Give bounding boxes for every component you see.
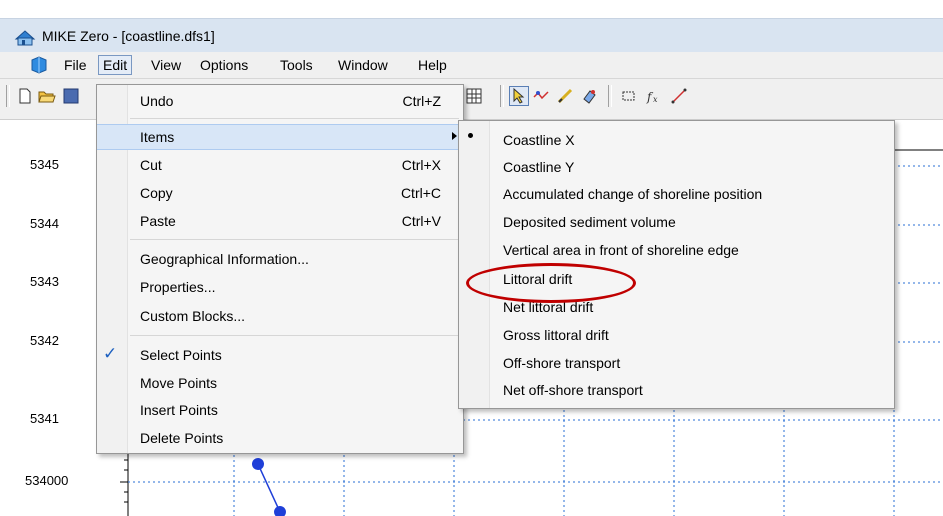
menu-item-copy[interactable]: Copy Ctrl+C xyxy=(97,181,463,205)
menu-item-undo[interactable]: Undo Ctrl+Z xyxy=(97,89,463,113)
menu-item-insert-points[interactable]: Insert Points xyxy=(97,398,463,422)
menu-item-custom-blocks[interactable]: Custom Blocks... xyxy=(97,304,463,328)
y-tick-label: 5345 xyxy=(30,157,59,172)
submenu-item-coastline-y[interactable]: Coastline Y xyxy=(459,154,894,180)
toolbar-grip[interactable] xyxy=(6,85,10,107)
menu-item-label: Undo xyxy=(140,93,174,109)
erase-points-icon[interactable] xyxy=(580,87,598,105)
submenu-item-deposited-sediment-volume[interactable]: Deposited sediment volume xyxy=(459,209,894,235)
coastline-series-line xyxy=(257,463,281,513)
grid-view-icon[interactable] xyxy=(465,87,483,105)
move-points-icon[interactable] xyxy=(532,87,550,105)
submenu-item-coastline-x[interactable]: Coastline X xyxy=(459,127,894,153)
menu-tools[interactable]: Tools xyxy=(276,56,317,74)
menu-item-label: Cut xyxy=(140,157,162,173)
menu-view[interactable]: View xyxy=(147,56,185,74)
submenu-arrow-icon xyxy=(452,132,457,140)
y-tick-label: 5343 xyxy=(30,274,59,289)
submenu-item-label: Accumulated change of shoreline position xyxy=(503,186,763,202)
toolbar-grip-3[interactable] xyxy=(608,85,612,107)
submenu-item-label: Coastline X xyxy=(503,132,575,148)
submenu-item-off-shore-transport[interactable]: Off-shore transport xyxy=(459,350,894,376)
highlight-ellipse-annotation xyxy=(466,263,636,303)
menu-item-shortcut: Ctrl+X xyxy=(401,157,441,173)
document-window-icon[interactable] xyxy=(30,56,48,74)
toolbar-grip-2[interactable] xyxy=(500,85,504,107)
mike-zero-app-icon xyxy=(14,30,36,46)
function-icon[interactable]: f x xyxy=(645,87,663,105)
menu-item-move-points[interactable]: Move Points xyxy=(97,371,463,395)
title-bar: MIKE Zero - [coastline.dfs1] xyxy=(0,18,943,53)
y-tick-label: 5341 xyxy=(30,411,59,426)
y-tick-label: 534000 xyxy=(25,473,69,488)
new-file-icon[interactable] xyxy=(16,87,34,105)
menu-separator xyxy=(130,335,459,336)
series-point[interactable] xyxy=(274,506,286,516)
menu-item-label: Properties... xyxy=(140,279,216,295)
menu-window[interactable]: Window xyxy=(334,56,392,74)
menu-item-shortcut: Ctrl+V xyxy=(401,213,441,229)
window-title: MIKE Zero - [coastline.dfs1] xyxy=(42,28,215,44)
selected-bullet-icon xyxy=(468,133,473,138)
menu-item-label: Copy xyxy=(140,185,173,201)
menu-item-geographical-information[interactable]: Geographical Information... xyxy=(97,247,463,271)
menu-item-label: Geographical Information... xyxy=(140,251,309,267)
draw-line-icon[interactable] xyxy=(556,87,574,105)
svg-text:x: x xyxy=(653,95,658,104)
menu-item-label: Delete Points xyxy=(140,430,224,446)
menu-item-shortcut: Ctrl+C xyxy=(400,185,441,201)
y-tick-label: 5342 xyxy=(30,333,59,348)
edit-menu-dropdown: Undo Ctrl+Z Items Cut Ctrl+X Copy Ctrl+C… xyxy=(96,84,464,454)
submenu-item-accumulated-change[interactable]: Accumulated change of shoreline position xyxy=(459,181,894,207)
submenu-item-label: Off-shore transport xyxy=(503,355,621,371)
menu-options[interactable]: Options xyxy=(196,56,252,74)
menu-item-select-points[interactable]: ✓ Select Points xyxy=(97,343,463,367)
menu-item-items[interactable]: Items xyxy=(97,124,463,150)
submenu-item-net-off-shore-transport[interactable]: Net off-shore transport xyxy=(459,377,894,403)
open-folder-icon[interactable] xyxy=(38,87,56,105)
submenu-item-vertical-area[interactable]: Vertical area in front of shoreline edge xyxy=(459,237,894,263)
menu-item-shortcut: Ctrl+Z xyxy=(402,93,442,109)
submenu-item-label: Deposited sediment volume xyxy=(503,214,676,230)
submenu-item-label: Net off-shore transport xyxy=(503,382,643,398)
menu-help[interactable]: Help xyxy=(414,56,451,74)
menu-separator xyxy=(130,118,459,119)
select-pointer-icon[interactable] xyxy=(509,86,529,106)
menu-separator xyxy=(130,239,459,240)
menu-item-delete-points[interactable]: Delete Points xyxy=(97,426,463,450)
rectangle-select-icon[interactable] xyxy=(620,87,638,105)
save-icon[interactable] xyxy=(62,87,80,105)
y-tick-label: 5344 xyxy=(30,216,59,231)
menu-edit[interactable]: Edit xyxy=(98,55,133,75)
submenu-item-label: Gross littoral drift xyxy=(503,327,609,343)
menu-item-paste[interactable]: Paste Ctrl+V xyxy=(97,209,463,233)
menu-item-label: Select Points xyxy=(140,347,222,363)
menu-item-properties[interactable]: Properties... xyxy=(97,275,463,299)
menu-item-label: Paste xyxy=(140,213,176,229)
menu-item-label: Items xyxy=(140,129,175,145)
menu-item-label: Custom Blocks... xyxy=(140,308,246,324)
menu-file[interactable]: File xyxy=(60,56,91,74)
submenu-item-label: Coastline Y xyxy=(503,159,575,175)
submenu-item-gross-littoral-drift[interactable]: Gross littoral drift xyxy=(459,322,894,348)
submenu-item-label: Vertical area in front of shoreline edge xyxy=(503,242,739,258)
menu-item-label: Move Points xyxy=(140,375,218,391)
measure-line-icon[interactable] xyxy=(670,87,688,105)
menu-item-cut[interactable]: Cut Ctrl+X xyxy=(97,153,463,177)
checkmark-icon: ✓ xyxy=(103,344,118,363)
series-point[interactable] xyxy=(252,458,264,470)
menu-item-label: Insert Points xyxy=(140,402,218,418)
menu-bar: File Edit View Options Tools Window Help xyxy=(0,52,943,79)
